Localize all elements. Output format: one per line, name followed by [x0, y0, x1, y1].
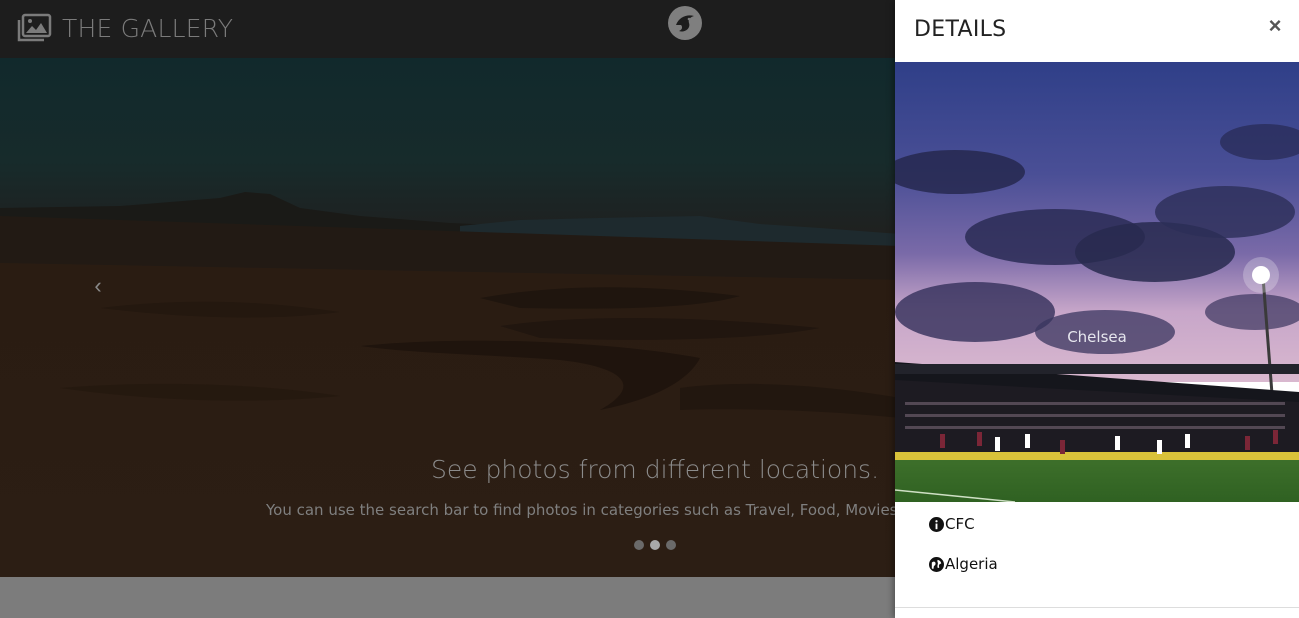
stadium-photo-image — [895, 62, 1299, 502]
carousel-indicators — [634, 540, 676, 550]
carousel-caption-subtitle: You can use the search bar to find photo… — [266, 501, 955, 519]
bird-logo-icon[interactable] — [667, 5, 703, 41]
brand[interactable]: THE GALLERY — [16, 10, 233, 46]
carousel-prev-button[interactable]: ‹ — [88, 274, 108, 298]
carousel-indicator-1[interactable] — [634, 540, 644, 550]
chevron-left-icon: ‹ — [94, 273, 102, 298]
details-photo: Chelsea — [895, 62, 1299, 502]
close-icon: × — [1268, 13, 1282, 38]
close-button[interactable]: × — [1265, 14, 1285, 38]
photo-info-label: CFC — [945, 515, 975, 533]
details-panel-title: DETAILS — [914, 17, 1007, 42]
info-circle-icon — [929, 516, 944, 532]
photo-info-row: CFC — [929, 515, 975, 533]
details-panel-header: DETAILS × — [895, 0, 1299, 62]
carousel-indicator-3[interactable] — [666, 540, 676, 550]
photo-location-row: Algeria — [929, 555, 998, 573]
globe-icon — [929, 556, 944, 572]
photo-library-icon — [16, 13, 52, 43]
photo-caption: Chelsea — [1067, 328, 1127, 346]
brand-title: THE GALLERY — [62, 13, 234, 43]
details-panel: DETAILS × Chelsea CFC Algeria — [895, 0, 1299, 618]
photo-location-label: Algeria — [945, 555, 998, 573]
panel-divider — [895, 607, 1299, 608]
carousel-indicator-2[interactable] — [650, 540, 660, 550]
